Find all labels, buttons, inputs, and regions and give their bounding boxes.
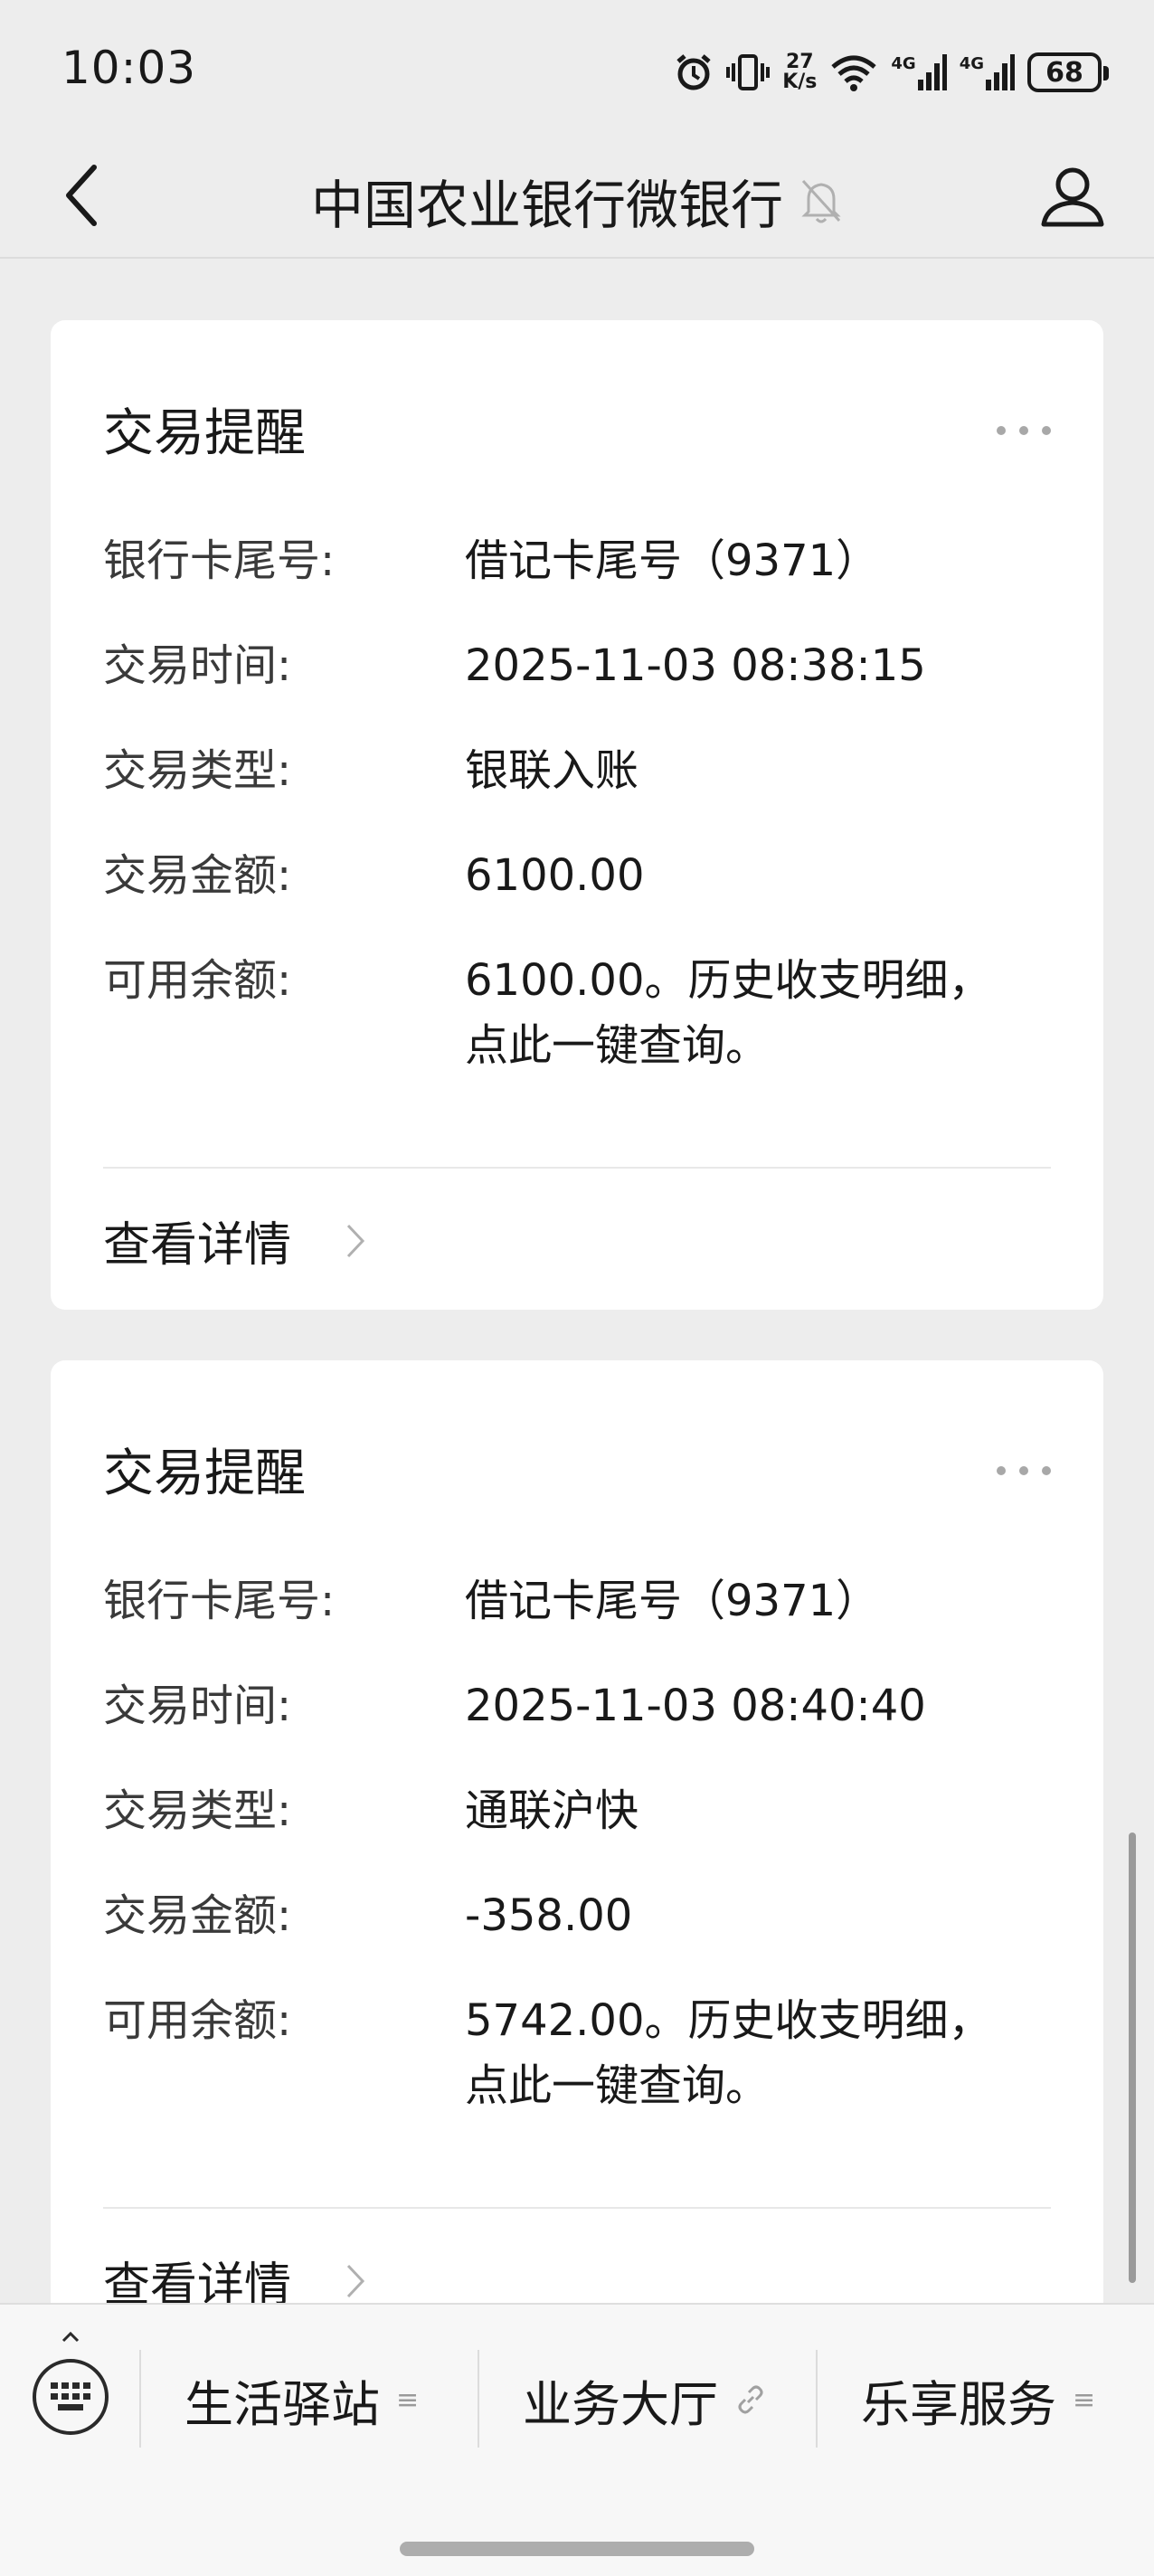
row-value: 银联入账: [465, 745, 639, 796]
vibrate-icon: [726, 52, 771, 92]
dot-icon: [997, 1466, 1006, 1475]
menu-separator: [478, 2350, 479, 2448]
row-transaction-time: 交易时间: 2025-11-03 08:38:15: [103, 633, 1062, 698]
net-speed: 27 K/s: [782, 52, 817, 92]
balance-text: 6100.00。历史收支明细，: [465, 955, 992, 1006]
row-label: 交易类型:: [103, 745, 292, 796]
detail-rows: 银行卡尾号: 借记卡尾号（9371） 交易时间: 2025-11-03 08:3…: [103, 528, 1062, 1118]
dot-icon: [997, 426, 1006, 435]
row-value: 通联沪快: [465, 1785, 639, 1836]
net-speed-value: 27: [785, 51, 814, 73]
dot-icon: [1019, 426, 1028, 435]
query-link-text: 点此一键查询。: [465, 1020, 770, 1071]
row-value: 借记卡尾号（9371）: [465, 1576, 880, 1626]
row-card-number: 银行卡尾号: 借记卡尾号（9371）: [103, 1568, 1062, 1634]
network-type-1: 4G: [891, 54, 916, 73]
network-type-2: 4G: [959, 54, 984, 73]
view-details-label: 查看详情: [103, 1218, 292, 1273]
row-label: 交易金额:: [103, 1890, 292, 1941]
keyboard-toggle-button[interactable]: [33, 2359, 109, 2435]
menu-item-label: 乐享服务: [861, 2375, 1056, 2433]
row-transaction-type: 交易类型: 银联入账: [103, 738, 1062, 803]
signal-icon-2: 4G: [960, 54, 1015, 90]
row-label: 交易时间:: [103, 1681, 292, 1731]
menu-lines-icon: ≡: [396, 2383, 420, 2416]
card-title: 交易提醒: [103, 1444, 306, 1503]
profile-button[interactable]: [1031, 154, 1114, 237]
row-transaction-type: 交易类型: 通联沪快: [103, 1778, 1062, 1843]
home-indicator[interactable]: [400, 2542, 754, 2556]
row-value: 2025-11-03 08:40:40: [465, 1681, 926, 1731]
dot-icon: [1042, 1466, 1051, 1475]
row-available-balance: 可用余额: 6100.00。历史收支明细， 点此一键查询。: [103, 948, 1062, 1078]
divider: [103, 2207, 1051, 2209]
row-transaction-time: 交易时间: 2025-11-03 08:40:40: [103, 1673, 1062, 1738]
menu-separator: [139, 2350, 141, 2448]
row-card-number: 银行卡尾号: 借记卡尾号（9371）: [103, 528, 1062, 593]
detail-rows: 银行卡尾号: 借记卡尾号（9371） 交易时间: 2025-11-03 08:4…: [103, 1568, 1062, 2158]
chevron-right-icon: [346, 1224, 365, 1257]
transaction-card: 交易提醒 银行卡尾号: 借记卡尾号（9371） 交易时间: 2025-11-03…: [51, 1360, 1103, 2355]
dot-icon: [1042, 426, 1051, 435]
row-available-balance: 可用余额: 5742.00。历史收支明细， 点此一键查询。: [103, 1988, 1062, 2118]
menu-lines-icon: ≡: [1073, 2383, 1096, 2416]
card-title: 交易提醒: [103, 404, 306, 463]
status-time: 10:03: [61, 42, 197, 94]
nav-title-container: 中国农业银行微银行: [0, 163, 1154, 239]
divider: [103, 1167, 1051, 1169]
row-value: -358.00: [465, 1890, 633, 1941]
row-label: 可用余额:: [103, 1995, 292, 2046]
signal-icon-1: 4G: [891, 54, 947, 90]
scrollbar[interactable]: [1129, 1833, 1136, 2283]
page: 10:03 27 K/s 4G 4G 68 中国农业银行微银行 交易提醒 银行卡…: [0, 0, 1154, 2576]
transaction-card: 交易提醒 银行卡尾号: 借记卡尾号（9371） 交易时间: 2025-11-03…: [51, 320, 1103, 1310]
nav-bar: 中国农业银行微银行: [0, 127, 1154, 259]
chevron-right-icon: [346, 2264, 365, 2297]
menu-item-label: 生活驿站: [184, 2375, 380, 2433]
row-transaction-amount: 交易金额: -358.00: [103, 1883, 1062, 1948]
row-label: 交易时间:: [103, 640, 292, 691]
row-value: 2025-11-03 08:38:15: [465, 640, 926, 691]
menu-item-enjoy-service[interactable]: 乐享服务 ≡: [861, 2368, 1096, 2433]
menu-item-life-station[interactable]: 生活驿站 ≡: [184, 2368, 420, 2433]
more-options-button[interactable]: [997, 420, 1051, 441]
link-icon: [738, 2385, 763, 2414]
keyboard-icon: [51, 2382, 90, 2410]
battery-level: 68: [1045, 56, 1083, 89]
menu-separator: [816, 2350, 818, 2448]
row-label: 交易类型:: [103, 1785, 292, 1836]
caret-up-icon: [61, 2332, 80, 2343]
battery-icon: 68: [1027, 52, 1109, 92]
page-title: 中国农业银行微银行: [310, 175, 783, 236]
bell-off-icon: [801, 179, 841, 223]
row-value[interactable]: 6100.00。历史收支明细， 点此一键查询。: [465, 948, 1062, 1078]
bottom-menu: 生活驿站 ≡ 业务大厅 乐享服务 ≡: [0, 2303, 1154, 2576]
row-label: 银行卡尾号:: [103, 1576, 336, 1626]
row-value[interactable]: 5742.00。历史收支明细， 点此一键查询。: [465, 1988, 1062, 2118]
alarm-icon: [674, 52, 714, 92]
menu-item-business-hall[interactable]: 业务大厅: [523, 2368, 767, 2433]
menu-item-label: 业务大厅: [523, 2375, 718, 2433]
row-value: 借记卡尾号（9371）: [465, 535, 880, 586]
status-icons: 27 K/s 4G 4G 68: [674, 47, 1109, 98]
row-transaction-amount: 交易金额: 6100.00: [103, 843, 1062, 908]
dot-icon: [1019, 1466, 1028, 1475]
query-link-text: 点此一键查询。: [465, 2060, 770, 2111]
net-speed-unit: K/s: [782, 71, 818, 93]
view-details-link[interactable]: 查看详情: [103, 1207, 365, 1274]
row-value: 6100.00: [465, 850, 645, 901]
balance-text: 5742.00。历史收支明细，: [465, 1995, 992, 2046]
profile-icon: [1041, 167, 1104, 227]
more-options-button[interactable]: [997, 1460, 1051, 1482]
row-label: 可用余额:: [103, 955, 292, 1006]
wifi-icon: [829, 52, 878, 92]
row-label: 银行卡尾号:: [103, 535, 336, 586]
row-label: 交易金额:: [103, 850, 292, 901]
status-bar: 10:03 27 K/s 4G 4G 68: [0, 0, 1154, 145]
